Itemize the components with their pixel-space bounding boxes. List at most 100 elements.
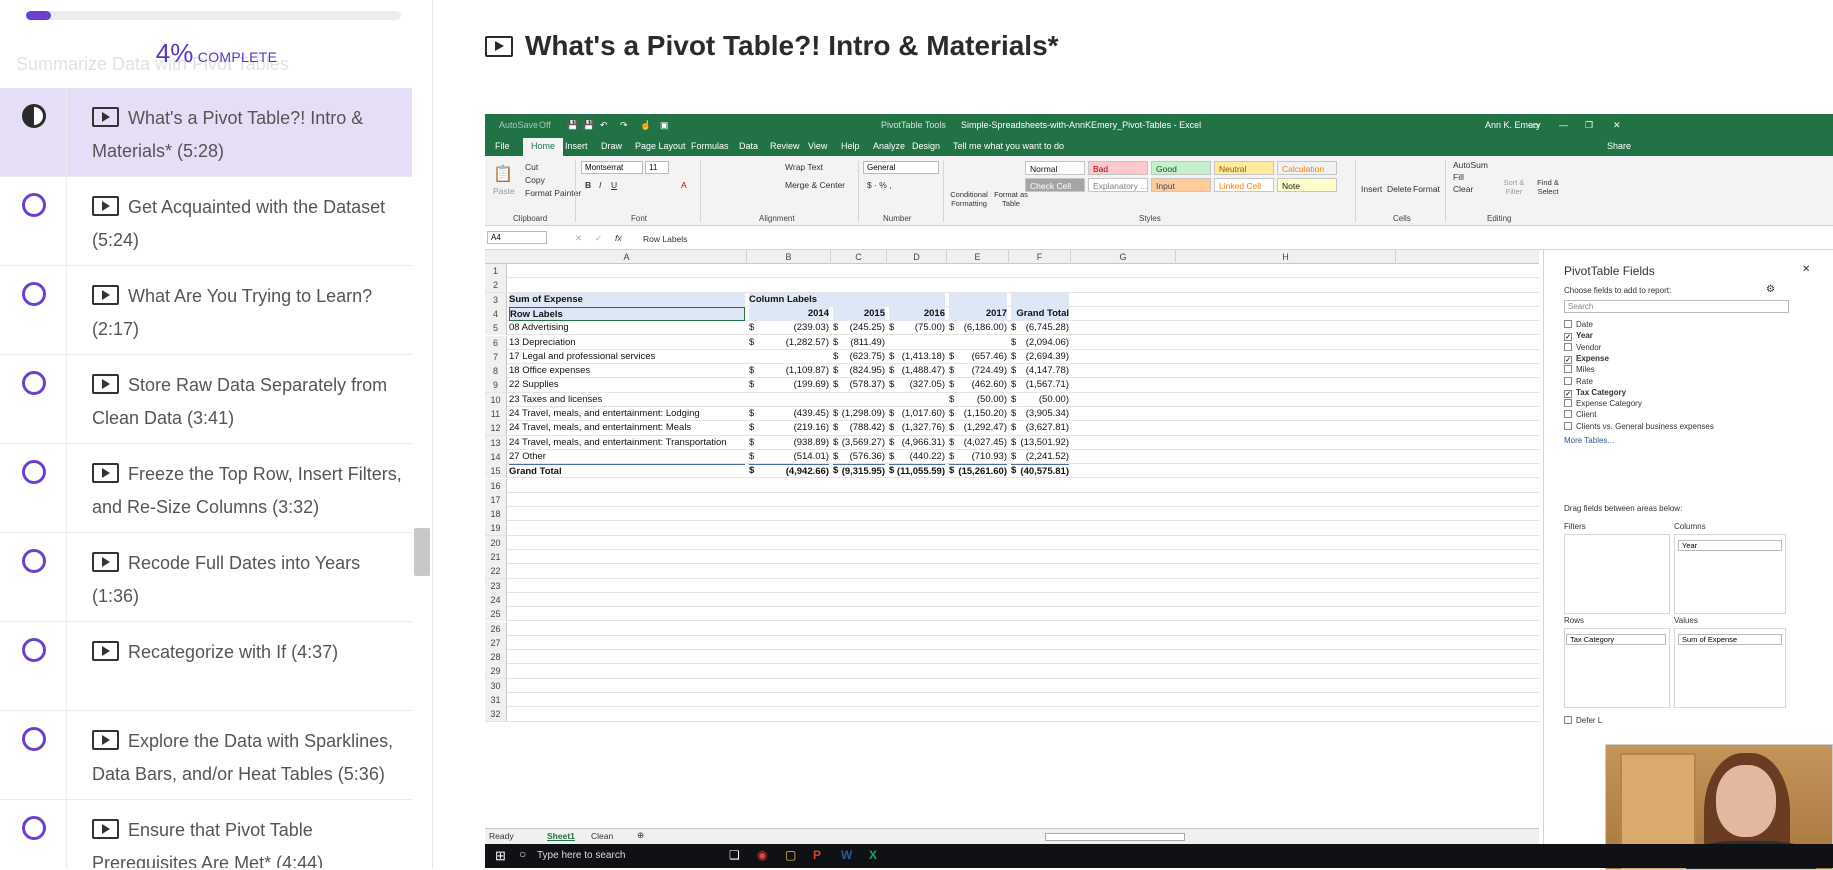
lesson-incomplete-icon[interactable] <box>22 638 46 662</box>
lesson-incomplete-icon[interactable] <box>22 727 46 751</box>
row-number[interactable]: 28 <box>485 650 507 665</box>
cell-e4[interactable]: 2017 <box>949 306 1007 321</box>
merge-center-button[interactable]: Merge & Center <box>785 180 845 190</box>
cell-c3[interactable] <box>833 292 885 307</box>
paste-icon[interactable]: 📋 <box>493 164 513 184</box>
lesson-incomplete-icon[interactable] <box>22 549 46 573</box>
tab-data[interactable]: Data <box>739 141 758 151</box>
column-header-d[interactable]: D <box>887 250 947 264</box>
gear-icon[interactable]: ⚙ <box>1766 284 1775 295</box>
cell-a6[interactable]: 13 Depreciation <box>509 336 745 350</box>
cell-e11[interactable]: (1,150.20) <box>949 407 1007 421</box>
tab-design[interactable]: Design <box>912 141 940 151</box>
lesson-item[interactable]: Get Acquainted with the Dataset (5:24) <box>0 177 412 266</box>
field-checkbox[interactable]: ✓ <box>1564 333 1572 342</box>
tell-me-input[interactable]: Tell me what you want to do <box>953 141 1064 151</box>
field-date[interactable]: Date <box>1564 320 1593 329</box>
field-search-input[interactable]: Search <box>1564 300 1789 313</box>
tab-insert[interactable]: Insert <box>565 141 588 151</box>
row-number[interactable]: 13 <box>485 435 507 450</box>
delete-cells-button[interactable]: Delete <box>1387 184 1412 194</box>
row-number[interactable]: 4 <box>485 306 507 321</box>
column-header-e[interactable]: E <box>947 250 1009 264</box>
fill-button[interactable]: Fill <box>1453 172 1464 182</box>
lesson-item[interactable]: Store Raw Data Separately from Clean Dat… <box>0 355 412 444</box>
cell-a11[interactable]: 24 Travel, meals, and entertainment: Lod… <box>509 407 745 421</box>
windows-start-icon[interactable]: ⊞ <box>495 848 506 864</box>
lesson-item[interactable]: Explore the Data with Sparklines, Data B… <box>0 711 412 800</box>
style-normal[interactable]: Normal <box>1025 161 1085 175</box>
search-icon[interactable]: ○ <box>519 847 526 861</box>
cell-d7[interactable]: (1,413.18) <box>889 350 945 364</box>
cell-b13[interactable]: (938.89) <box>749 436 829 450</box>
cell-b14[interactable]: (514.01) <box>749 450 829 464</box>
tab-view[interactable]: View <box>808 141 827 151</box>
field-rate[interactable]: Rate <box>1564 376 1593 386</box>
columns-item-year[interactable]: Year <box>1678 540 1782 551</box>
share-button[interactable]: Share <box>1607 141 1631 151</box>
style-neutral[interactable]: Neutral <box>1214 161 1274 175</box>
cell-e6[interactable] <box>949 336 1007 350</box>
row-number[interactable]: 31 <box>485 693 507 707</box>
row-number[interactable]: 15 <box>485 464 507 479</box>
field-checkbox[interactable] <box>1564 376 1572 385</box>
cell-f8[interactable]: (4,147.78) <box>1011 364 1069 378</box>
cell-a12[interactable]: 24 Travel, meals, and entertainment: Mea… <box>509 421 745 435</box>
column-header-c[interactable]: C <box>831 250 887 264</box>
cell-b8[interactable]: (1,109.87) <box>749 364 829 378</box>
field-checkbox[interactable]: ✓ <box>1564 355 1572 364</box>
row-number[interactable]: 21 <box>485 550 507 564</box>
tab-review[interactable]: Review <box>770 141 800 151</box>
clear-button[interactable]: Clear <box>1453 184 1473 194</box>
tab-draw[interactable]: Draw <box>601 141 622 151</box>
style-explanatory[interactable]: Explanatory ... <box>1088 178 1148 192</box>
field-client[interactable]: Client <box>1564 410 1596 419</box>
cell-b6[interactable]: (1,282.57) <box>749 336 829 350</box>
cell-b9[interactable]: (199.69) <box>749 378 829 392</box>
undo-icon[interactable]: ↶ <box>600 120 608 131</box>
row-number[interactable]: 11 <box>485 407 507 421</box>
cell-a8[interactable]: 18 Office expenses <box>509 364 745 378</box>
touch-mode-icon[interactable]: ☝ <box>640 120 651 131</box>
cell-a1[interactable] <box>509 264 745 278</box>
function-icon[interactable]: fx <box>615 233 622 243</box>
wrap-text-button[interactable]: Wrap Text <box>785 162 823 172</box>
cell-f10[interactable]: (50.00) <box>1011 393 1069 407</box>
sheet-tab-clean[interactable]: Clean <box>591 831 613 841</box>
cell-a7[interactable]: 17 Legal and professional services <box>509 350 745 364</box>
lesson-item[interactable]: Recategorize with If (4:37) <box>0 622 412 711</box>
lesson-incomplete-icon[interactable] <box>22 816 46 840</box>
lesson-current-icon[interactable] <box>22 104 46 128</box>
cell-a4[interactable]: Row Labels <box>509 306 745 321</box>
row-number[interactable]: 12 <box>485 421 507 436</box>
close-icon[interactable]: ✕ <box>1613 120 1621 131</box>
style-input[interactable]: Input <box>1151 178 1211 192</box>
cell-f7[interactable]: (2,694.39) <box>1011 350 1069 364</box>
cell-f12[interactable]: (3,627.81) <box>1011 421 1069 435</box>
cell-e15[interactable]: (15,261.60) <box>949 464 1007 478</box>
cell-d3[interactable] <box>889 292 945 307</box>
cell-a13[interactable]: 24 Travel, meals, and entertainment: Tra… <box>509 436 745 450</box>
cell-b12[interactable]: (219.16) <box>749 421 829 435</box>
cell-b7[interactable] <box>749 350 829 364</box>
cell-f13[interactable]: (13,501.92) <box>1011 436 1069 450</box>
cell-d12[interactable]: (1,327.76) <box>889 421 945 435</box>
values-item-sum-expense[interactable]: Sum of Expense <box>1678 634 1782 645</box>
lesson-incomplete-icon[interactable] <box>22 460 46 484</box>
cell-e7[interactable]: (657.46) <box>949 350 1007 364</box>
cell-e14[interactable]: (710.93) <box>949 450 1007 464</box>
save-icon[interactable]: 💾 <box>567 120 578 131</box>
cell-c4[interactable]: 2015 <box>833 306 885 321</box>
cell-a14[interactable]: 27 Other <box>509 450 745 464</box>
column-header-b[interactable]: B <box>747 250 831 264</box>
row-number[interactable]: 10 <box>485 392 507 407</box>
cell-d13[interactable]: (4,966.31) <box>889 436 945 450</box>
autosum-button[interactable]: AutoSum <box>1453 160 1488 170</box>
cell-e3[interactable] <box>949 292 1007 307</box>
cell-b1[interactable] <box>749 264 829 278</box>
sheet-tab-sheet1[interactable]: Sheet1 <box>547 831 575 841</box>
sort-filter-button[interactable]: Sort & Filter <box>1499 178 1529 196</box>
underline-icon[interactable]: U <box>611 180 617 190</box>
tab-page-layout[interactable]: Page Layout <box>635 141 686 151</box>
formula-input[interactable]: Row Labels <box>643 234 687 244</box>
